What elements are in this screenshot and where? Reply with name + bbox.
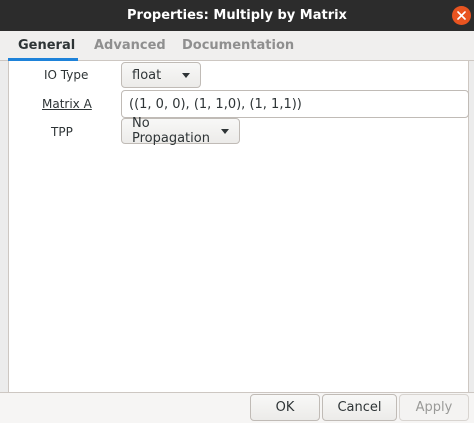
io-type-value: float (132, 67, 162, 83)
tab-advanced[interactable]: Advanced (94, 38, 166, 53)
tpp-value: No Propagation (132, 116, 210, 146)
window-title: Properties: Multiply by Matrix (127, 8, 347, 23)
cancel-button[interactable]: Cancel (322, 394, 397, 421)
chevron-down-icon (182, 72, 190, 78)
io-type-label: IO Type (44, 68, 89, 82)
ok-button[interactable]: OK (250, 394, 320, 421)
chevron-down-icon (221, 128, 229, 134)
apply-button[interactable]: Apply (399, 394, 469, 421)
matrix-a-label: Matrix A (42, 97, 92, 111)
matrix-a-input[interactable] (121, 90, 469, 118)
window-edge-right (469, 61, 474, 392)
tab-documentation[interactable]: Documentation (182, 38, 294, 53)
tab-general[interactable]: General (18, 38, 75, 53)
tab-bar: General Advanced Documentation (0, 31, 474, 61)
close-icon (457, 11, 466, 20)
window-edge-left (0, 61, 8, 392)
tpp-label: TPP (51, 125, 73, 139)
title-bar: Properties: Multiply by Matrix (0, 0, 474, 31)
tpp-dropdown[interactable]: No Propagation (121, 116, 240, 146)
close-button[interactable] (452, 6, 471, 25)
io-type-dropdown[interactable]: float (121, 62, 201, 88)
